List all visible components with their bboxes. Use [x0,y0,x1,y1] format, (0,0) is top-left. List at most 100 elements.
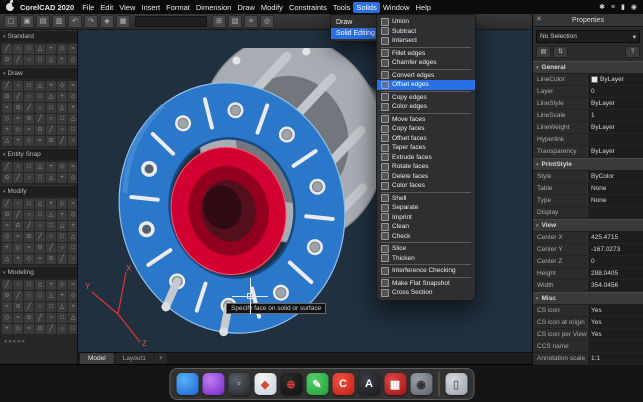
toolbar-section-entity-snap[interactable]: ▾ Entity Snap [0,148,77,160]
property-value[interactable]: 1 [587,110,643,121]
submenu-item-fillet-edges[interactable]: Fillet edges [377,49,475,59]
help-icon[interactable]: ? [625,46,640,58]
submenu-item-rotate-faces[interactable]: Rotate faces [377,162,475,172]
tool-icon[interactable]: + [68,103,77,113]
submenu-item-union[interactable]: Union [377,17,475,27]
tool-icon[interactable]: □ [46,302,56,312]
tool-icon[interactable]: + [2,324,12,334]
tool-icon[interactable]: △ [35,280,45,290]
tool-icon[interactable]: ◇ [2,313,12,323]
submenu-item-color-edges[interactable]: Color edges [377,102,475,112]
submenu-item-delete-faces[interactable]: Delete faces [377,172,475,182]
tool-icon[interactable]: △ [35,199,45,209]
tool-icon[interactable]: □ [35,291,45,301]
tool-icon[interactable]: ╱ [46,324,56,334]
property-value[interactable]: Yes [587,317,643,328]
properties-header[interactable]: ✕ Properties [533,14,643,27]
dock-icon-safari[interactable]: ◆ [254,373,276,395]
tool-icon[interactable]: △ [68,232,77,242]
tool-icon[interactable]: ╱ [2,44,12,54]
dock-icon-green-design[interactable]: ✎ [306,373,328,395]
tool-icon[interactable]: ≈ [2,221,12,231]
tool-icon[interactable]: ◇ [68,92,77,102]
tool-icon[interactable]: ◇ [13,324,23,334]
property-value[interactable]: ByColor [587,171,643,182]
tool-icon[interactable]: ╱ [24,302,34,312]
tool-icon[interactable]: ⊙ [46,254,56,264]
toolbar-section-standard[interactable]: ▾ Standard [0,30,77,42]
property-value[interactable]: Yes [587,305,643,316]
menubar-item-constraints[interactable]: Constraints [286,2,330,13]
property-value[interactable]: None [587,195,643,206]
tool-icon[interactable]: ○ [57,125,67,135]
tool-icon[interactable]: ╱ [2,199,12,209]
tool-icon[interactable]: ≈ [24,243,34,253]
tool-icon[interactable]: ◇ [24,136,34,146]
property-value[interactable]: 0 [587,86,643,97]
tool-icon[interactable]: ⊙ [24,232,34,242]
submenu-item-shell[interactable]: Shell [377,194,475,204]
new-icon[interactable]: ▢ [4,15,18,28]
menubar-item-draw[interactable]: Draw [234,2,258,13]
layers-icon[interactable]: ≡ [244,15,258,28]
submenu-item-chamfer-edges[interactable]: Chamfer edges [377,58,475,68]
tool-icon[interactable]: ╱ [46,125,56,135]
tool-icon[interactable]: ○ [24,55,34,65]
tool-icon[interactable]: + [68,302,77,312]
property-value[interactable]: None [587,183,643,194]
tool-icon[interactable]: ╱ [35,114,45,124]
submenu-item-imprint[interactable]: Imprint [377,213,475,223]
property-value[interactable]: ByLayer [587,98,643,109]
tool-icon[interactable]: + [46,280,56,290]
tool-icon[interactable]: ≈ [68,44,77,54]
tool-icon[interactable]: ╱ [57,254,67,264]
tool-icon[interactable]: ○ [68,136,77,146]
property-value[interactable]: 354.0456 [587,280,643,291]
tool-icon[interactable]: △ [2,254,12,264]
tool-icon[interactable]: △ [46,291,56,301]
tool-icon[interactable]: ◇ [24,254,34,264]
tool-icon[interactable]: △ [35,44,45,54]
property-value[interactable]: -167.0273 [587,244,643,255]
tool-icon[interactable]: ╱ [13,173,23,183]
submenu-item-clean[interactable]: Clean [377,222,475,232]
property-section-general[interactable]: ▾ General [533,61,643,74]
tool-icon[interactable]: ○ [35,103,45,113]
tool-icon[interactable]: △ [46,173,56,183]
save-icon[interactable]: ▤ [36,15,50,28]
tool-icon[interactable]: ◇ [13,243,23,253]
copy-icon[interactable]: ◈ [100,15,114,28]
tool-icon[interactable]: □ [57,114,67,124]
tool-icon[interactable]: ≈ [2,302,12,312]
tool-icon[interactable]: ◇ [68,55,77,65]
close-icon[interactable]: ✕ [536,15,542,23]
tool-icon[interactable]: ⊙ [35,125,45,135]
tool-icon[interactable]: ◇ [68,173,77,183]
tool-icon[interactable]: ◇ [57,81,67,91]
tool-icon[interactable]: ○ [57,324,67,334]
tool-icon[interactable]: ≈ [68,199,77,209]
property-value[interactable]: ByLayer [587,122,643,133]
tool-icon[interactable]: ⊙ [35,324,45,334]
tool-icon[interactable]: □ [24,162,34,172]
tool-icon[interactable]: + [57,210,67,220]
tool-icon[interactable]: + [46,44,56,54]
tool-icon[interactable]: ╱ [13,291,23,301]
tool-icon[interactable]: △ [46,55,56,65]
menubar-item-file[interactable]: File [79,2,97,13]
tool-icon[interactable]: ≈ [68,81,77,91]
property-value[interactable] [587,134,643,145]
tool-icon[interactable]: ⊙ [24,114,34,124]
tool-icon[interactable]: ╱ [24,103,34,113]
property-value[interactable]: ByLayer [587,74,643,85]
tool-icon[interactable]: △ [2,136,12,146]
tool-icon[interactable]: □ [68,243,77,253]
tool-icon[interactable]: ⊙ [2,173,12,183]
menubar-item-insert[interactable]: Insert [138,2,163,13]
settings-icon[interactable]: ◎ [260,15,274,28]
tool-icon[interactable]: ○ [24,291,34,301]
tool-icon[interactable]: △ [68,114,77,124]
tool-icon[interactable]: ◇ [2,114,12,124]
menubar-item-format[interactable]: Format [163,2,193,13]
submenu-item-offset-edges[interactable]: Offset edges [377,80,475,90]
